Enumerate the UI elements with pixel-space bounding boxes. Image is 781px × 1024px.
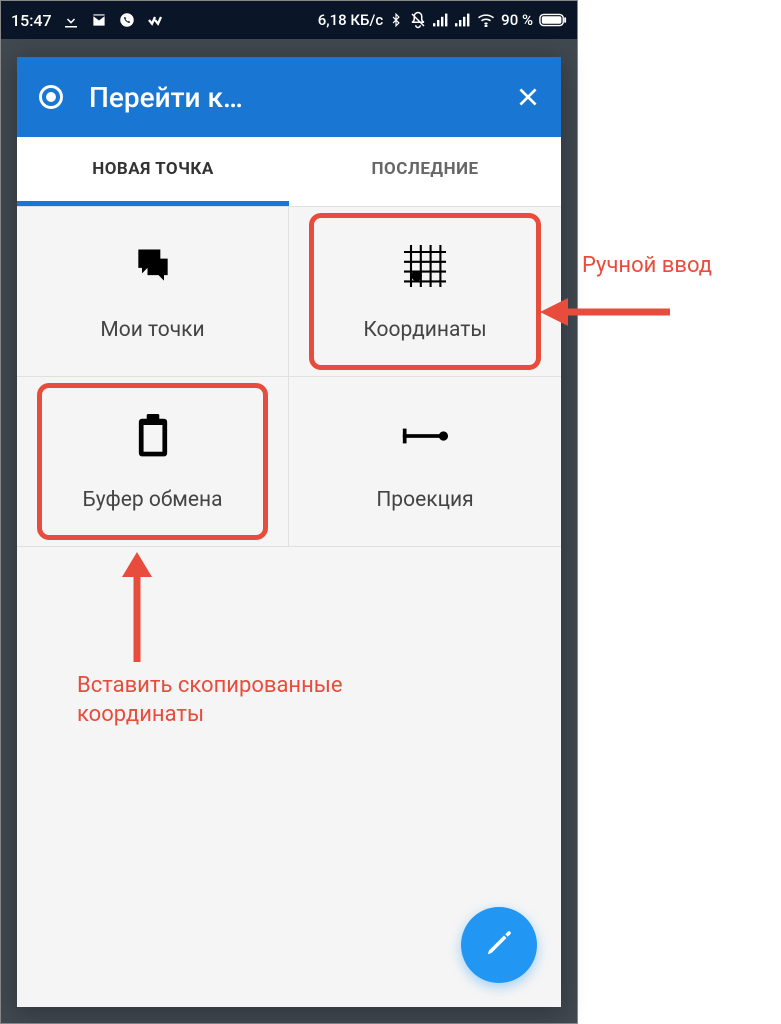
tile-projection[interactable]: Проекция: [289, 377, 561, 547]
wifi-icon: [477, 13, 495, 27]
signal-icon-2: [455, 13, 471, 27]
arrow-annotation-coordinates: [540, 292, 670, 332]
grid-icon: [401, 242, 449, 290]
tile-label: Координаты: [363, 318, 486, 342]
status-battery-pct: 90 %: [501, 11, 533, 29]
grid-area: Мои точки Координаты: [17, 207, 561, 1007]
battery-icon: [539, 13, 567, 27]
dialog-header: Перейти к…: [17, 57, 561, 137]
pencil-icon: [484, 928, 514, 962]
tile-label: Буфер обмена: [82, 488, 222, 512]
tab-new-point[interactable]: НОВАЯ ТОЧКА: [17, 137, 289, 206]
annotation-clipboard: Вставить скопированные координаты: [77, 672, 437, 729]
projection-icon: [401, 412, 449, 460]
fab-edit[interactable]: [461, 907, 537, 983]
signal-icon-1: [433, 13, 449, 27]
tab-label: НОВАЯ ТОЧКА: [92, 159, 214, 179]
annotation-coordinates: Ручной ввод: [582, 252, 781, 281]
chat-icon: [129, 242, 177, 290]
close-button[interactable]: [515, 84, 541, 110]
bluetooth-icon: [389, 11, 403, 29]
status-speed: 6,18 КБ/с: [318, 11, 383, 29]
tab-label: ПОСЛЕДНИЕ: [371, 159, 478, 179]
tab-recent[interactable]: ПОСЛЕДНИЕ: [289, 137, 561, 206]
goto-dialog: Перейти к… НОВАЯ ТОЧКА ПОСЛЕДНИЕ Мои точ…: [17, 57, 561, 1007]
download-icon: [62, 11, 80, 29]
tile-label: Проекция: [376, 488, 473, 512]
dialog-title: Перейти к…: [89, 81, 515, 114]
target-icon: [37, 83, 65, 111]
mail-icon: [90, 11, 108, 29]
tile-my-points[interactable]: Мои точки: [17, 207, 289, 377]
status-bar: 15:47 6,18 КБ/с: [1, 1, 577, 39]
phone-icon: [118, 11, 136, 29]
status-time: 15:47: [11, 11, 52, 30]
tile-clipboard[interactable]: Буфер обмена: [17, 377, 289, 547]
mute-icon: [409, 11, 427, 29]
check-icon: [146, 11, 164, 29]
tile-coordinates[interactable]: Координаты: [289, 207, 561, 377]
phone-frame: 15:47 6,18 КБ/с: [0, 0, 578, 1024]
clipboard-icon: [129, 412, 177, 460]
highlight-box: [309, 213, 541, 370]
arrow-annotation-clipboard: [117, 552, 157, 662]
tabs: НОВАЯ ТОЧКА ПОСЛЕДНИЕ: [17, 137, 561, 207]
tile-label: Мои точки: [100, 318, 204, 342]
highlight-box: [37, 383, 268, 540]
